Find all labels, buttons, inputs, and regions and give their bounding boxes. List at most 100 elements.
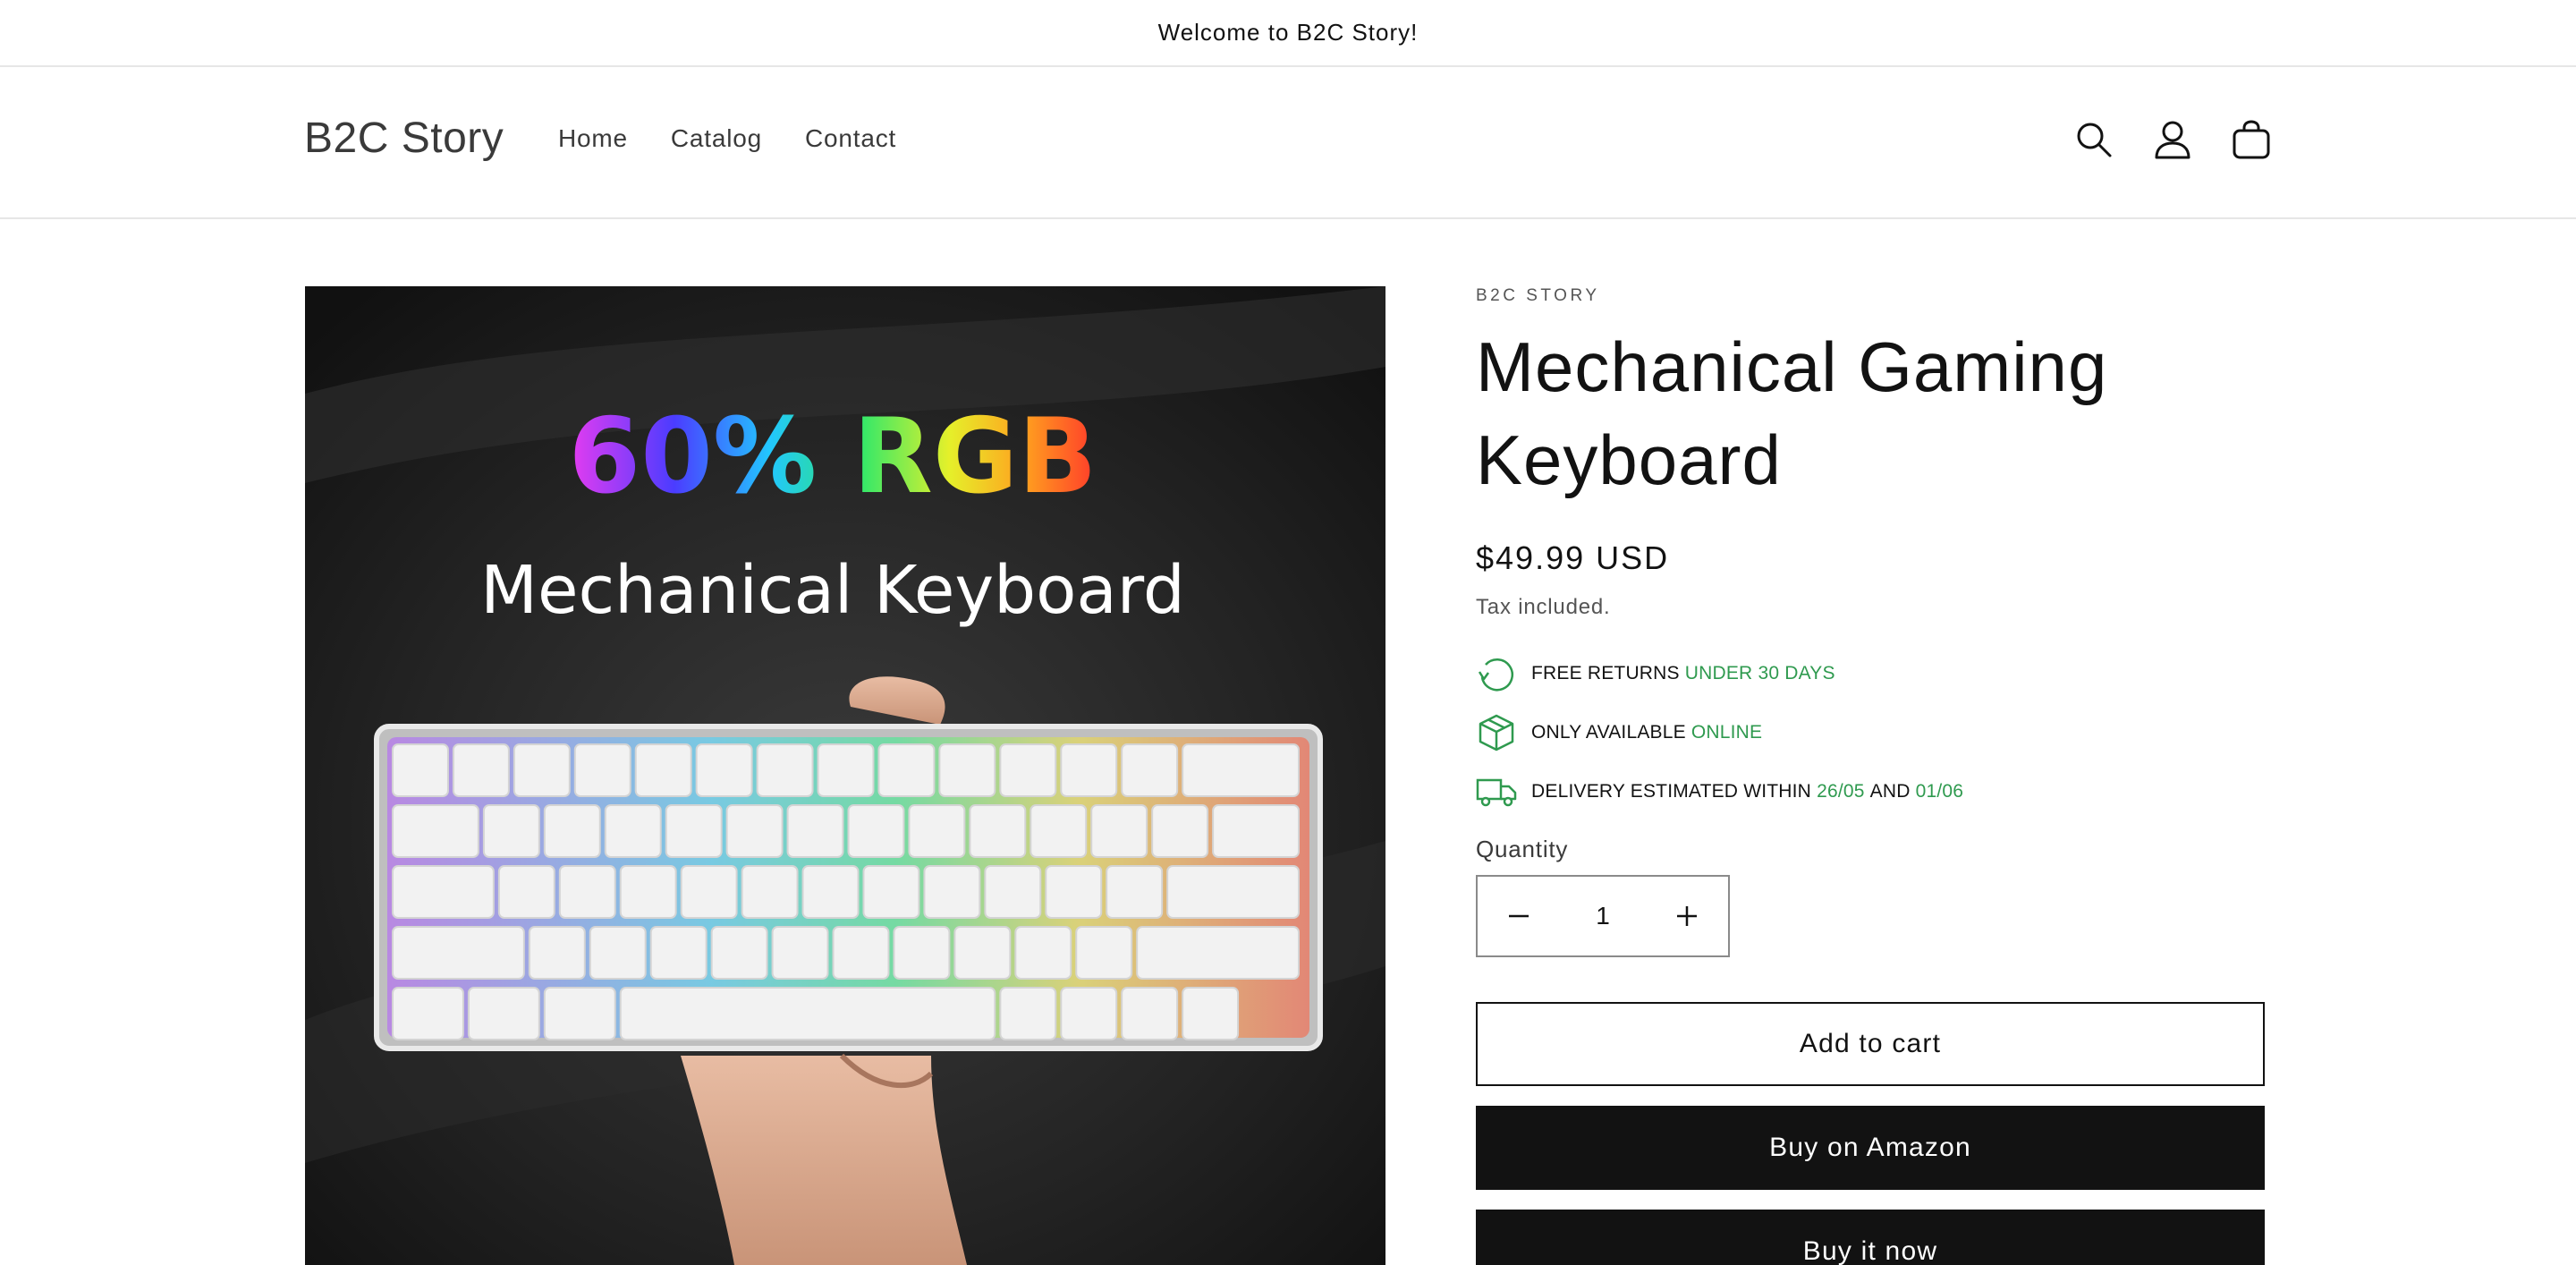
keyboard-key [786, 804, 844, 858]
truck-icon [1476, 771, 1517, 812]
keyboard-key [1166, 865, 1301, 919]
keyboard-key [999, 987, 1057, 1040]
site-header: B2C Story Home Catalog Contact [0, 67, 2576, 219]
image-headline-bottom: Mechanical Keyboard [480, 552, 1185, 629]
product-vendor: B2C STORY [1476, 286, 1600, 305]
keyboard-key [467, 987, 540, 1040]
header-icons [2072, 117, 2274, 162]
store-logo[interactable]: B2C Story [304, 112, 504, 166]
product-info: B2C STORY Mechanical Gaming Keyboard $49… [1476, 284, 2265, 1265]
keyboard-key [862, 865, 920, 919]
keyboard-key [877, 743, 936, 797]
keyboard-key [619, 865, 677, 919]
perk-online-highlight: ONLINE [1690, 722, 1763, 743]
keyboard-key [1014, 926, 1072, 980]
keyboard-key [604, 804, 662, 858]
keyboard-key [893, 926, 951, 980]
keyboard-key [695, 743, 753, 797]
keyboard-key [634, 743, 692, 797]
product-image[interactable]: 60% RGB Mechanical Keyboard [305, 286, 1385, 1265]
keyboard-key [771, 926, 829, 980]
keyboard-key [573, 743, 631, 797]
nav-link-catalog[interactable]: Catalog [649, 121, 784, 157]
delivery-date-end: 01/06 [1915, 781, 1964, 802]
keyboard-key [1121, 743, 1179, 797]
keyboard-key [392, 804, 479, 858]
keyboard-key [1075, 926, 1133, 980]
product-title: Mechanical Gaming Keyboard [1476, 327, 2108, 499]
keyboard-key [1121, 987, 1179, 1040]
keyboard-key [665, 804, 723, 858]
keyboard-key [452, 743, 510, 797]
keyboard-key [649, 926, 708, 980]
delivery-date-and: AND [1869, 781, 1911, 802]
account-icon[interactable] [2150, 117, 2195, 162]
keyboard-key [1182, 743, 1301, 797]
buy-on-amazon-button[interactable]: Buy on Amazon [1476, 1106, 2265, 1190]
announcement-bar: Welcome to B2C Story! [0, 0, 2576, 67]
keyboard-key [589, 926, 647, 980]
keyboard-key [513, 743, 571, 797]
nav-link-contact[interactable]: Contact [784, 121, 918, 157]
minus-icon [1509, 914, 1529, 918]
search-icon[interactable] [2072, 117, 2116, 162]
quantity-decrease-button[interactable] [1478, 877, 1560, 955]
perk-delivery-text: DELIVERY ESTIMATED WITHIN [1531, 781, 1812, 802]
perk-online-text: ONLY AVAILABLE [1531, 722, 1686, 743]
nav-link-home[interactable]: Home [537, 121, 649, 157]
keyboard-key [908, 804, 966, 858]
keyboard-key [1136, 926, 1301, 980]
keyboard-key [969, 804, 1027, 858]
keyboard-key [832, 926, 890, 980]
delivery-date-start: 26/05 [1817, 781, 1865, 802]
keyboard-key [392, 743, 449, 797]
box-icon [1476, 712, 1517, 753]
keyboard-key [725, 804, 784, 858]
quantity-increase-button[interactable] [1646, 877, 1728, 955]
keyboard-key [1030, 804, 1088, 858]
keyboard-key [1060, 987, 1118, 1040]
add-to-cart-button[interactable]: Add to cart [1476, 1002, 2265, 1086]
keyboard-key [847, 804, 905, 858]
quantity-stepper [1476, 875, 1730, 957]
keyboard-key [756, 743, 814, 797]
keyboard-key [984, 865, 1042, 919]
keyboard-key [392, 865, 495, 919]
keyboard-key [619, 987, 996, 1040]
keyboard-key [1151, 804, 1209, 858]
keyboard-key [1106, 865, 1164, 919]
plus-icon [1677, 906, 1697, 926]
cart-icon[interactable] [2229, 117, 2274, 162]
tax-note: Tax included. [1476, 595, 1611, 619]
perk-returns: FREE RETURNS UNDER 30 DAYS [1476, 644, 2263, 703]
returns-icon [1476, 653, 1517, 694]
keyboard-key [528, 926, 586, 980]
perk-online: ONLY AVAILABLE ONLINE [1476, 703, 2263, 762]
perk-returns-highlight: UNDER 30 DAYS [1684, 663, 1835, 683]
perk-returns-text: FREE RETURNS [1531, 663, 1680, 683]
keyboard-key [680, 865, 738, 919]
keyboard-key [801, 865, 860, 919]
perk-delivery: DELIVERY ESTIMATED WITHIN 26/05 AND 01/0… [1476, 762, 2263, 821]
image-headline-top: 60% RGB [569, 396, 1097, 517]
keyboard-key [558, 865, 616, 919]
keyboard-key [543, 804, 601, 858]
keyboard-key [392, 926, 525, 980]
product-image-art: 60% RGB Mechanical Keyboard [305, 286, 1385, 1265]
keyboard-key [1090, 804, 1148, 858]
keyboard-key [1045, 865, 1103, 919]
keyboard-key [497, 865, 555, 919]
keyboard-key [710, 926, 768, 980]
keyboard-key [953, 926, 1012, 980]
buy-it-now-button[interactable]: Buy it now [1476, 1210, 2265, 1265]
quantity-label: Quantity [1476, 836, 1569, 862]
keyboard-key [1182, 987, 1240, 1040]
main-nav: Home Catalog Contact [537, 121, 918, 157]
keyboard-key [1060, 743, 1118, 797]
keyboard-key [741, 865, 799, 919]
keyboard-key [482, 804, 540, 858]
quantity-input[interactable] [1560, 902, 1646, 930]
keyboard-key [999, 743, 1057, 797]
keyboard-key [392, 987, 464, 1040]
announcement-text: Welcome to B2C Story! [1157, 19, 1419, 46]
